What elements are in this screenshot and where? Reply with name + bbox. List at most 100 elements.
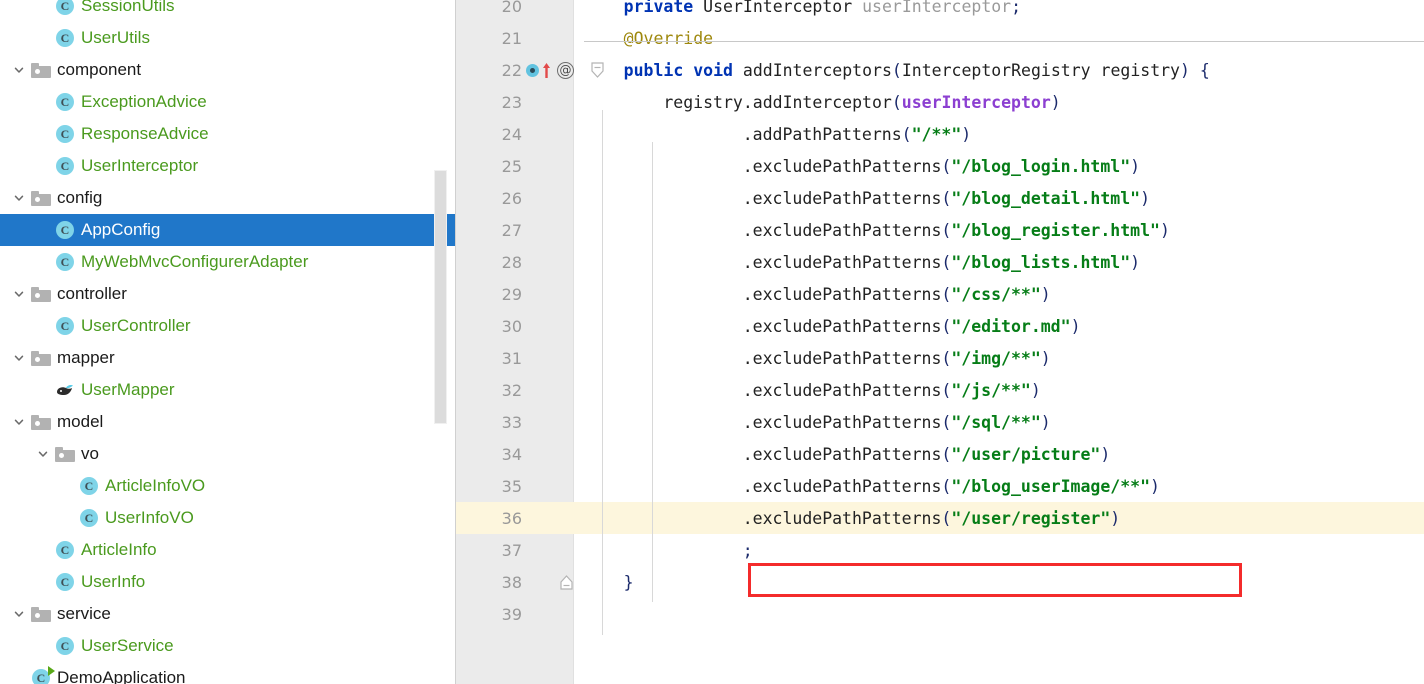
code-token: ( bbox=[941, 284, 952, 304]
code-line-text[interactable]: public void addInterceptors(InterceptorR… bbox=[624, 54, 1210, 86]
tree-item-articleinfovo[interactable]: ArticleInfoVO bbox=[0, 470, 456, 502]
chevron-down-icon[interactable] bbox=[8, 182, 30, 214]
tree-item-userinfovo[interactable]: UserInfoVO bbox=[0, 502, 456, 534]
tree-item-userutils[interactable]: UserUtils bbox=[0, 22, 456, 54]
tree-item-userinterceptor[interactable]: UserInterceptor bbox=[0, 150, 456, 182]
breakpoint-marker-icon[interactable] bbox=[526, 63, 539, 77]
annotation-at-icon[interactable]: @ bbox=[557, 61, 574, 79]
code-editor[interactable]: 20 private UserInterceptor userIntercepto… bbox=[456, 0, 1424, 684]
tree-item-userservice[interactable]: UserService bbox=[0, 630, 456, 662]
code-line-text[interactable]: ; bbox=[743, 534, 753, 566]
tree-item-mapper[interactable]: mapper bbox=[0, 342, 456, 374]
code-token: "/blog_userImage/**" bbox=[951, 476, 1151, 496]
gutter-icons[interactable]: @ bbox=[526, 54, 605, 86]
code-token: ) bbox=[1150, 476, 1160, 496]
project-tree-scrollbar-thumb[interactable] bbox=[434, 170, 447, 424]
line-number: 23 bbox=[501, 92, 522, 112]
class-icon bbox=[54, 22, 76, 54]
line-number: 26 bbox=[501, 188, 522, 208]
project-tool-window[interactable]: SessionUtils UserUtils component ExceptionA… bbox=[0, 0, 456, 684]
code-token: "/css/**" bbox=[951, 284, 1041, 304]
tree-item-label: vo bbox=[81, 444, 99, 463]
editor-line[interactable]: 20 private UserInterceptor userIntercepto… bbox=[456, 0, 1424, 22]
code-line-text[interactable]: .excludePathPatterns("/img/**") bbox=[743, 342, 1051, 374]
code-token: ) bbox=[961, 124, 972, 144]
code-line-text[interactable]: .excludePathPatterns("/blog_register.htm… bbox=[743, 214, 1170, 246]
code-line-text[interactable]: .excludePathPatterns("/blog_userImage/**… bbox=[743, 470, 1160, 502]
code-line-text[interactable]: .excludePathPatterns("/sql/**") bbox=[743, 406, 1051, 438]
line-number: 34 bbox=[501, 444, 522, 464]
editor-line[interactable]: 22 @ public void addInterceptors(Intercept… bbox=[456, 54, 1424, 86]
tree-item-articleinfo[interactable]: ArticleInfo bbox=[0, 534, 456, 566]
code-line-text[interactable]: @Override bbox=[624, 22, 713, 54]
code-line-text[interactable]: .excludePathPatterns("/user/register") bbox=[743, 502, 1121, 534]
tree-item-responseadvice[interactable]: ResponseAdvice bbox=[0, 118, 456, 150]
code-token: ( bbox=[891, 60, 902, 80]
line-number: 25 bbox=[501, 156, 522, 176]
code-token: .excludePathPatterns bbox=[742, 220, 942, 240]
code-token: addInterceptors bbox=[742, 60, 892, 80]
code-line-text[interactable]: .addPathPatterns("/**") bbox=[743, 118, 972, 150]
tree-item-demoapplication[interactable]: DemoApplication bbox=[0, 662, 456, 684]
tree-item-label: UserInfoVO bbox=[105, 508, 194, 527]
tree-item-controller[interactable]: controller bbox=[0, 278, 456, 310]
class-icon bbox=[54, 566, 76, 598]
code-token: "/img/**" bbox=[951, 348, 1041, 368]
editor-line[interactable]: 21 @Override bbox=[456, 22, 1424, 54]
tree-item-label: model bbox=[57, 412, 104, 431]
gutter-icons[interactable] bbox=[526, 566, 574, 598]
code-token: ( bbox=[941, 316, 952, 336]
tree-item-mywebmvcconfigureradapter[interactable]: MyWebMvcConfigurerAdapter bbox=[0, 246, 456, 278]
code-token: .excludePathPatterns bbox=[742, 284, 942, 304]
code-token: ( bbox=[941, 252, 952, 272]
code-token: ) bbox=[1040, 412, 1051, 432]
code-line-text[interactable]: private UserInterceptor userInterceptor; bbox=[624, 0, 1021, 22]
code-line-text[interactable]: .excludePathPatterns("/blog_lists.html") bbox=[743, 246, 1140, 278]
class-icon bbox=[78, 502, 100, 534]
code-line-text[interactable]: .excludePathPatterns("/user/picture") bbox=[743, 438, 1111, 470]
tree-item-component[interactable]: component bbox=[0, 54, 456, 86]
tree-item-service[interactable]: service bbox=[0, 598, 456, 630]
project-tree[interactable]: SessionUtils UserUtils component ExceptionA… bbox=[0, 0, 456, 684]
code-line-text[interactable]: .excludePathPatterns("/css/**") bbox=[743, 278, 1051, 310]
code-line-text[interactable]: .excludePathPatterns("/editor.md") bbox=[743, 310, 1081, 342]
code-line-text[interactable]: } bbox=[624, 566, 634, 598]
tree-item-config[interactable]: config bbox=[0, 182, 456, 214]
chevron-down-icon[interactable] bbox=[8, 342, 30, 374]
code-token: private bbox=[623, 0, 704, 16]
tree-item-usermapper[interactable]: UserMapper bbox=[0, 374, 456, 406]
class-icon bbox=[54, 630, 76, 662]
chevron-down-icon[interactable] bbox=[32, 438, 54, 470]
tree-item-model[interactable]: model bbox=[0, 406, 456, 438]
tree-item-label: UserService bbox=[81, 636, 174, 655]
code-token: { bbox=[1189, 60, 1210, 80]
tree-item-userinfo[interactable]: UserInfo bbox=[0, 566, 456, 598]
tree-item-appconfig[interactable]: AppConfig bbox=[0, 214, 456, 246]
line-number: 31 bbox=[501, 348, 522, 368]
line-number: 22 bbox=[501, 60, 522, 80]
code-line-text[interactable]: .excludePathPatterns("/blog_detail.html"… bbox=[743, 182, 1150, 214]
chevron-down-icon[interactable] bbox=[8, 406, 30, 438]
tree-item-usercontroller[interactable]: UserController bbox=[0, 310, 456, 342]
tree-item-label: AppConfig bbox=[81, 220, 161, 239]
class-icon bbox=[54, 534, 76, 566]
fold-end-icon[interactable] bbox=[559, 574, 574, 591]
tree-item-exceptionadvice[interactable]: ExceptionAdvice bbox=[0, 86, 456, 118]
chevron-down-icon[interactable] bbox=[8, 278, 30, 310]
implementing-method-arrow-icon[interactable] bbox=[541, 62, 552, 79]
chevron-down-icon[interactable] bbox=[8, 54, 30, 86]
folder-icon bbox=[30, 54, 52, 86]
fold-collapse-icon[interactable] bbox=[590, 61, 605, 79]
code-line-text[interactable]: .excludePathPatterns("/blog_login.html") bbox=[743, 150, 1140, 182]
code-line-text[interactable]: .excludePathPatterns("/js/**") bbox=[743, 374, 1041, 406]
chevron-down-icon[interactable] bbox=[8, 598, 30, 630]
code-token: .excludePathPatterns bbox=[742, 476, 942, 496]
tree-item-vo[interactable]: vo bbox=[0, 438, 456, 470]
tree-item-sessionutils[interactable]: SessionUtils bbox=[0, 0, 456, 22]
code-line-text[interactable]: registry.addInterceptor(userInterceptor) bbox=[663, 86, 1060, 118]
